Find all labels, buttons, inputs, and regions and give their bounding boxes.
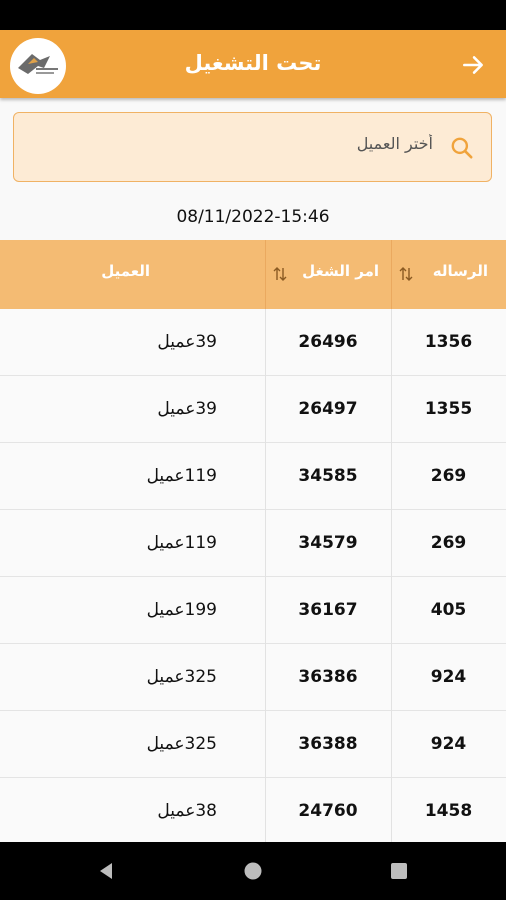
back-button[interactable] — [458, 50, 488, 80]
cell-order: 34585 — [298, 466, 358, 486]
table-row[interactable]: 269 34585 119عميل — [0, 443, 506, 510]
column-divider — [391, 240, 392, 309]
back-triangle-icon[interactable] — [94, 859, 118, 883]
recents-square-icon[interactable] — [387, 859, 411, 883]
app-bar: تحت التشغيل — [0, 30, 506, 98]
column-divider — [391, 577, 392, 644]
cell-order: 26497 — [298, 399, 358, 419]
cell-order: 26496 — [298, 332, 358, 352]
arrow-right-icon — [463, 56, 483, 74]
table-row[interactable]: 405 36167 199عميل — [0, 577, 506, 644]
cell-client: 39عميل — [157, 332, 217, 352]
column-label-client: العميل — [101, 262, 150, 280]
cell-client: 199عميل — [146, 600, 217, 620]
column-divider — [265, 577, 266, 644]
table-row[interactable]: 269 34579 119عميل — [0, 510, 506, 577]
work-orders-table: الرساله امر الشغل العميل 1356 26496 39عم… — [0, 240, 506, 845]
table-row[interactable]: 1355 26497 39عميل — [0, 376, 506, 443]
cell-order: 36388 — [298, 734, 358, 754]
column-divider — [391, 309, 392, 376]
cell-message: 1355 — [424, 399, 473, 419]
client-search-input[interactable] — [51, 127, 435, 159]
cell-order: 36167 — [298, 600, 358, 620]
column-divider — [265, 510, 266, 577]
app-logo — [10, 38, 66, 94]
column-divider — [391, 778, 392, 845]
cell-client: 39عميل — [157, 399, 217, 419]
column-divider — [265, 240, 266, 309]
table-row[interactable]: 1356 26496 39عميل — [0, 309, 506, 376]
cell-message: 924 — [430, 734, 467, 754]
status-bar — [0, 0, 506, 30]
column-divider — [391, 711, 392, 778]
table-header: الرساله امر الشغل العميل — [0, 240, 506, 309]
table-row[interactable]: 924 36386 325عميل — [0, 644, 506, 711]
cell-client: 38عميل — [157, 801, 217, 821]
home-circle-icon[interactable] — [241, 859, 265, 883]
column-divider — [265, 309, 266, 376]
column-divider — [265, 443, 266, 510]
cell-order: 24760 — [298, 801, 358, 821]
client-select[interactable] — [13, 112, 492, 182]
column-header-client[interactable]: العميل — [0, 240, 265, 309]
column-header-message[interactable]: الرساله — [391, 240, 506, 309]
search-icon — [451, 137, 473, 159]
column-divider — [265, 778, 266, 845]
page-title: تحت التشغيل — [184, 51, 322, 75]
table-row[interactable]: 1458 24760 38عميل — [0, 778, 506, 845]
column-divider — [265, 711, 266, 778]
cell-message: 269 — [430, 533, 467, 553]
cell-client: 325عميل — [146, 667, 217, 687]
sort-arrows-icon[interactable] — [397, 265, 415, 283]
timestamp: 08/11/2022-15:46 — [176, 207, 330, 227]
column-divider — [391, 644, 392, 711]
column-divider — [391, 443, 392, 510]
column-divider — [265, 376, 266, 443]
cell-client: 119عميل — [146, 466, 217, 486]
sort-arrows-icon[interactable] — [271, 265, 289, 283]
cell-order: 36386 — [298, 667, 358, 687]
cell-message: 924 — [430, 667, 467, 687]
cell-client: 119عميل — [146, 533, 217, 553]
cell-message: 1458 — [424, 801, 473, 821]
column-label-order: امر الشغل — [302, 262, 379, 280]
cell-message: 405 — [430, 600, 467, 620]
column-header-order[interactable]: امر الشغل — [265, 240, 391, 309]
column-divider — [391, 376, 392, 443]
table-body: 1356 26496 39عميل 1355 26497 39عميل 269 … — [0, 309, 506, 845]
column-divider — [265, 644, 266, 711]
system-nav-bar — [0, 842, 506, 900]
table-row[interactable]: 924 36388 325عميل — [0, 711, 506, 778]
cell-message: 269 — [430, 466, 467, 486]
column-divider — [391, 510, 392, 577]
cell-order: 34579 — [298, 533, 358, 553]
cell-message: 1356 — [424, 332, 473, 352]
cell-client: 325عميل — [146, 734, 217, 754]
column-label-message: الرساله — [432, 262, 488, 280]
